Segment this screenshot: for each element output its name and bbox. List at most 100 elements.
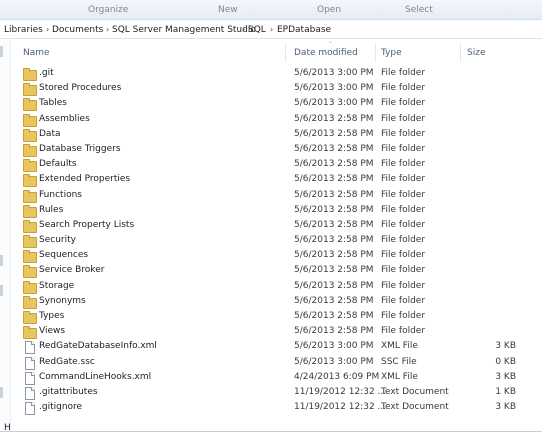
file-type: XML File bbox=[381, 341, 418, 352]
file-date-modified: 5/6/2013 2:58 PM bbox=[294, 280, 374, 291]
file-name: Types bbox=[39, 311, 65, 321]
breadcrumb-sql[interactable]: SQL bbox=[248, 25, 266, 35]
breadcrumb: Libraries › Documents › SQL Server Manag… bbox=[0, 21, 542, 39]
file-date-modified: 5/6/2013 2:58 PM bbox=[294, 143, 374, 154]
new-button[interactable]: New bbox=[218, 5, 238, 15]
folder-icon bbox=[23, 113, 37, 127]
nav-marker bbox=[0, 285, 3, 296]
file-row[interactable]: CommandLineHooks.xml 4/24/2013 6:09 PM XML… bbox=[11, 370, 542, 385]
file-type: File folder bbox=[381, 143, 426, 154]
breadcrumb-ssms[interactable]: SQL Server Management Studio bbox=[112, 25, 256, 35]
column-type[interactable]: Type bbox=[381, 48, 402, 58]
breadcrumb-epdatabase[interactable]: EPDatabase bbox=[277, 25, 331, 35]
file-type: XML File bbox=[381, 371, 418, 382]
file-type: File folder bbox=[381, 326, 426, 337]
file-type: File folder bbox=[381, 235, 426, 246]
file-row[interactable]: Data 5/6/2013 2:58 PM File folder bbox=[11, 127, 542, 142]
file-name: Data bbox=[39, 128, 61, 139]
file-date-modified: 5/6/2013 2:58 PM bbox=[294, 235, 374, 246]
file-row[interactable]: Defaults 5/6/2013 2:58 PM File folder bbox=[11, 157, 542, 173]
file-date-modified: 5/6/2013 2:58 PM bbox=[294, 128, 374, 139]
folder-icon bbox=[23, 235, 37, 249]
file-date-modified: 5/6/2013 3:00 PM bbox=[294, 68, 374, 78]
file-row[interactable]: Security 5/6/2013 2:58 PM File folder bbox=[11, 233, 542, 249]
file-icon bbox=[23, 371, 36, 385]
column-divider[interactable] bbox=[285, 44, 286, 62]
file-row[interactable]: Tables 5/6/2013 3:00 PM File folder bbox=[11, 96, 542, 112]
chevron-right-icon[interactable]: › bbox=[46, 25, 49, 34]
file-date-modified: 5/6/2013 2:58 PM bbox=[294, 174, 374, 185]
file-date-modified: 5/6/2013 2:58 PM bbox=[294, 250, 374, 261]
file-date-modified: 5/6/2013 3:00 PM bbox=[294, 356, 374, 367]
file-name: Database Triggers bbox=[39, 143, 121, 154]
file-name: Defaults bbox=[39, 159, 77, 170]
column-size[interactable]: Size bbox=[467, 48, 485, 58]
command-toolbar: Organize New Open Select bbox=[0, 0, 542, 20]
chevron-right-icon[interactable]: › bbox=[106, 25, 109, 34]
file-row[interactable]: .git 5/6/2013 3:00 PM File folder bbox=[11, 66, 542, 81]
file-row[interactable]: Service Broker 5/6/2013 2:58 PM File folde… bbox=[11, 263, 542, 279]
file-type: File folder bbox=[381, 98, 426, 109]
file-type: File folder bbox=[381, 83, 426, 94]
column-name[interactable]: Name bbox=[23, 48, 50, 58]
nav-marker bbox=[0, 46, 3, 57]
file-date-modified: 5/6/2013 3:00 PM bbox=[294, 341, 374, 352]
file-name: Service Broker bbox=[39, 265, 105, 276]
file-name: .git bbox=[39, 68, 54, 78]
nav-marker bbox=[0, 255, 3, 266]
chevron-right-icon[interactable]: › bbox=[270, 25, 273, 34]
file-icon bbox=[23, 356, 36, 370]
column-divider[interactable] bbox=[460, 44, 461, 62]
folder-icon bbox=[23, 128, 37, 142]
file-row[interactable]: Rules 5/6/2013 2:58 PM File folder bbox=[11, 203, 542, 218]
file-date-modified: 4/24/2013 6:09 PM bbox=[294, 371, 380, 382]
file-name: Views bbox=[39, 326, 66, 337]
file-name: Search Property Lists bbox=[39, 219, 135, 230]
status-text: H bbox=[4, 423, 11, 433]
file-row[interactable]: Database Triggers 5/6/2013 2:58 PM File fo… bbox=[11, 142, 542, 157]
file-row[interactable]: Functions 5/6/2013 2:58 PM File folder bbox=[11, 188, 542, 203]
open-button[interactable]: Open bbox=[317, 5, 341, 15]
file-type: File folder bbox=[381, 189, 426, 200]
file-row[interactable]: Storage 5/6/2013 2:58 PM File folder bbox=[11, 279, 542, 294]
file-row[interactable]: .gitattributes 11/19/2012 12:32 ... Text D… bbox=[11, 385, 542, 400]
organize-button[interactable]: Organize bbox=[88, 5, 128, 15]
column-divider[interactable] bbox=[375, 44, 376, 62]
file-row[interactable]: Stored Procedures 5/6/2013 3:00 PM File fo… bbox=[11, 81, 542, 97]
file-size: 1 KB bbox=[495, 386, 516, 397]
folder-icon bbox=[23, 219, 37, 233]
file-name: Synonyms bbox=[39, 295, 86, 306]
file-type: File folder bbox=[381, 68, 426, 78]
file-size: 3 KB bbox=[495, 341, 516, 352]
file-row[interactable]: Types 5/6/2013 2:58 PM File folder bbox=[11, 309, 542, 324]
file-row[interactable]: Extended Properties 5/6/2013 2:58 PM File … bbox=[11, 172, 542, 188]
breadcrumb-documents[interactable]: Documents bbox=[52, 25, 103, 35]
file-name: RedGate.ssc bbox=[39, 356, 95, 367]
file-date-modified: 5/6/2013 2:58 PM bbox=[294, 265, 374, 276]
file-date-modified: 11/19/2012 12:32 ... bbox=[294, 386, 387, 397]
select-button[interactable]: Select bbox=[405, 5, 433, 15]
breadcrumb-libraries[interactable]: Libraries bbox=[4, 25, 43, 35]
file-row[interactable]: Views 5/6/2013 2:58 PM File folder bbox=[11, 324, 542, 340]
file-type: File folder bbox=[381, 295, 426, 306]
navigation-pane[interactable] bbox=[0, 39, 11, 431]
file-name: Functions bbox=[39, 189, 82, 200]
chevron-right-icon[interactable]: › bbox=[242, 25, 245, 34]
file-row[interactable]: RedGate.ssc 5/6/2013 3:00 PM SSC File 0 KB bbox=[11, 355, 542, 370]
file-type: Text Document bbox=[381, 402, 449, 413]
file-row[interactable]: Assemblies 5/6/2013 2:58 PM File folder bbox=[11, 112, 542, 127]
file-type: File folder bbox=[381, 174, 426, 185]
file-row[interactable]: Sequences 5/6/2013 2:58 PM File folder bbox=[11, 248, 542, 264]
file-row[interactable]: .gitignore 11/19/2012 12:32 ... Text Docum… bbox=[11, 400, 542, 416]
file-name: .gitattributes bbox=[39, 386, 98, 397]
column-date-modified[interactable]: Date modified bbox=[294, 48, 358, 58]
file-row[interactable]: Synonyms 5/6/2013 2:58 PM File folder bbox=[11, 294, 542, 309]
file-row[interactable]: Search Property Lists 5/6/2013 2:58 PM Fil… bbox=[11, 218, 542, 233]
file-name: RedGateDatabaseInfo.xml bbox=[39, 341, 157, 352]
file-list: .git 5/6/2013 3:00 PM File folder Stored Pr… bbox=[11, 66, 542, 416]
file-type: File folder bbox=[381, 250, 426, 261]
file-type: Text Document bbox=[381, 386, 449, 397]
file-row[interactable]: RedGateDatabaseInfo.xml 5/6/2013 3:00 PM X… bbox=[11, 339, 542, 355]
file-date-modified: 5/6/2013 2:58 PM bbox=[294, 113, 374, 124]
file-date-modified: 5/6/2013 3:00 PM bbox=[294, 98, 374, 109]
